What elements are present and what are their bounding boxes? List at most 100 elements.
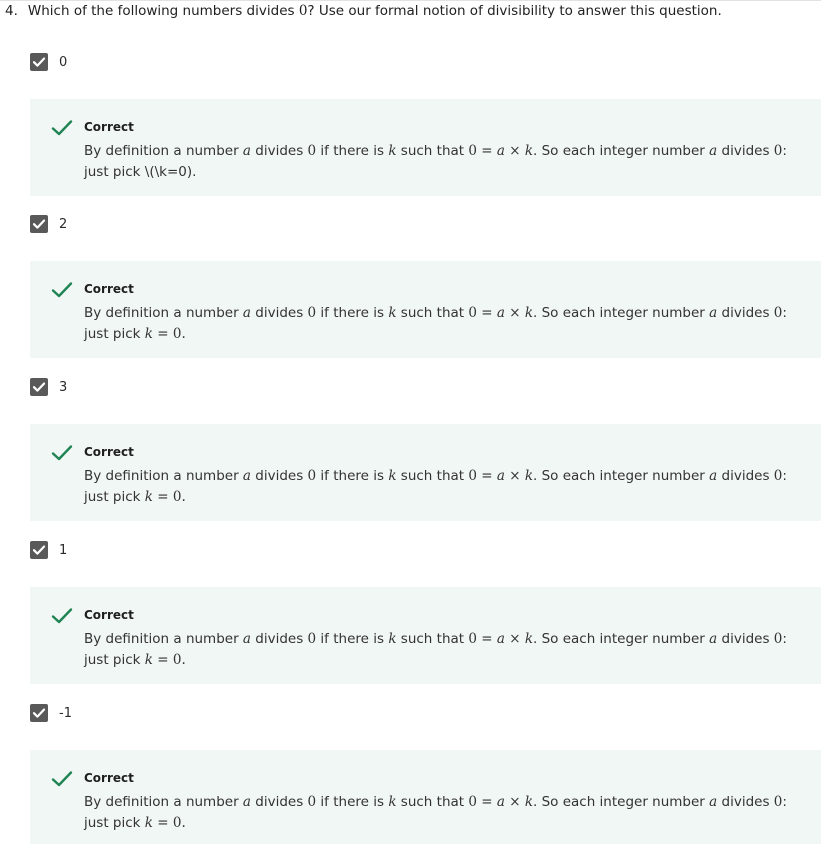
checkmark-icon (51, 770, 73, 788)
question-text-after: ? Use our formal notion of divisibility … (307, 3, 722, 19)
option-row[interactable]: 3 (30, 378, 821, 398)
option-row[interactable]: 2 (30, 215, 821, 235)
math-var-k: k (388, 305, 397, 321)
feedback-text-part: By definition a number (84, 468, 243, 484)
math-var-a: a (709, 631, 718, 647)
feedback-text: By definition a number a divides 0 if th… (84, 303, 804, 345)
math-var-a: a (242, 631, 251, 647)
math-zero: 0 (307, 305, 317, 321)
math-eq-zero: = 0. (152, 489, 186, 505)
feedback-text-part: divides (717, 143, 774, 159)
answer-option: -1 Correct By definition a number a divi… (30, 704, 821, 844)
math-zero: 0 (307, 143, 317, 159)
checkbox-checked-icon[interactable] (30, 215, 48, 233)
feedback-text-part: such that (396, 794, 469, 810)
feedback-text-part: divides (717, 305, 774, 321)
math-var-a: a (709, 305, 718, 321)
feedback-text-part: if there is (316, 794, 389, 810)
math-var-k: k (388, 631, 397, 647)
top-divider (0, 0, 821, 1)
math-eq-lhs: 0 = (468, 305, 497, 321)
feedback-text-part: By definition a number (84, 143, 243, 159)
option-label: 2 (59, 217, 68, 232)
option-row[interactable]: -1 (30, 704, 821, 724)
option-label: 0 (59, 55, 68, 70)
feedback-text: By definition a number a divides 0 if th… (84, 141, 804, 183)
math-var-a: a (709, 143, 718, 159)
math-times: × (504, 143, 525, 159)
feedback-text-part: . So each integer number (533, 143, 710, 159)
feedback-text-part: if there is (316, 468, 389, 484)
math-var-a: a (242, 305, 251, 321)
math-zero: 0 (307, 794, 317, 810)
math-times: × (504, 631, 525, 647)
answer-option: 0 Correct By definition a number a divid… (30, 53, 821, 196)
feedback-text-part: . So each integer number (533, 305, 710, 321)
answer-option: 2 Correct By definition a number a divid… (30, 215, 821, 358)
math-var-a: a (496, 468, 505, 484)
math-var-k: k (144, 326, 153, 342)
checkbox-checked-icon[interactable] (30, 378, 48, 396)
feedback-text-part: such that (396, 305, 469, 321)
math-var-k: k (524, 468, 533, 484)
feedback-text-tail: \(\k=0). (144, 164, 197, 180)
math-var-a: a (496, 143, 505, 159)
feedback-title: Correct (84, 771, 134, 785)
feedback-text-part: if there is (316, 631, 389, 647)
math-var-k: k (524, 143, 533, 159)
math-var-a: a (709, 794, 718, 810)
feedback-panel: Correct By definition a number a divides… (30, 424, 821, 521)
option-row[interactable]: 0 (30, 53, 821, 73)
feedback-text-part: such that (396, 468, 469, 484)
feedback-text-part: if there is (316, 143, 389, 159)
feedback-text: By definition a number a divides 0 if th… (84, 792, 804, 834)
math-eq-lhs: 0 = (468, 468, 497, 484)
quiz-page: 4. Which of the following numbers divides… (0, 0, 821, 844)
option-row[interactable]: 1 (30, 541, 821, 561)
feedback-text-part: divides (250, 143, 308, 159)
feedback-title: Correct (84, 608, 134, 622)
option-label: 3 (59, 380, 68, 395)
math-var-a: a (496, 794, 505, 810)
checkbox-checked-icon[interactable] (30, 704, 48, 722)
feedback-panel: Correct By definition a number a divides… (30, 99, 821, 196)
option-label: -1 (59, 706, 72, 721)
math-times: × (504, 794, 525, 810)
math-eq-zero: = 0. (152, 326, 186, 342)
feedback-text-part: such that (396, 143, 469, 159)
feedback-text-part: . So each integer number (533, 468, 710, 484)
feedback-text-part: divides (250, 305, 308, 321)
math-zero: 0 (307, 631, 317, 647)
checkbox-checked-icon[interactable] (30, 53, 48, 71)
checkbox-checked-icon[interactable] (30, 541, 48, 559)
math-var-k: k (388, 143, 397, 159)
feedback-text-part: divides (250, 631, 308, 647)
math-eq-zero: = 0. (152, 652, 186, 668)
answer-option: 1 Correct By definition a number a divid… (30, 541, 821, 684)
math-var-k: k (388, 794, 397, 810)
feedback-text-part: if there is (316, 305, 389, 321)
math-var-a: a (709, 468, 718, 484)
feedback-text-part: . So each integer number (533, 794, 710, 810)
math-var-a: a (242, 143, 251, 159)
feedback-text-part: By definition a number (84, 305, 243, 321)
math-var-a: a (496, 631, 505, 647)
math-var-a: a (242, 794, 251, 810)
feedback-text-part: . So each integer number (533, 631, 710, 647)
question-prompt: 4. Which of the following numbers divides… (5, 3, 722, 20)
feedback-text-part: By definition a number (84, 631, 243, 647)
option-label: 1 (59, 543, 68, 558)
checkmark-icon (51, 119, 73, 137)
feedback-text-part: divides (717, 794, 774, 810)
math-var-k: k (144, 815, 153, 831)
feedback-text-part: By definition a number (84, 794, 243, 810)
math-zero: 0 (307, 468, 317, 484)
math-eq-zero: = 0. (152, 815, 186, 831)
feedback-text-part: divides (250, 794, 308, 810)
feedback-text: By definition a number a divides 0 if th… (84, 629, 804, 671)
question-text-before: Which of the following numbers divides (27, 3, 299, 19)
math-eq-lhs: 0 = (468, 143, 497, 159)
feedback-text-part: such that (396, 631, 469, 647)
feedback-text: By definition a number a divides 0 if th… (84, 466, 804, 508)
math-eq-lhs: 0 = (468, 794, 497, 810)
